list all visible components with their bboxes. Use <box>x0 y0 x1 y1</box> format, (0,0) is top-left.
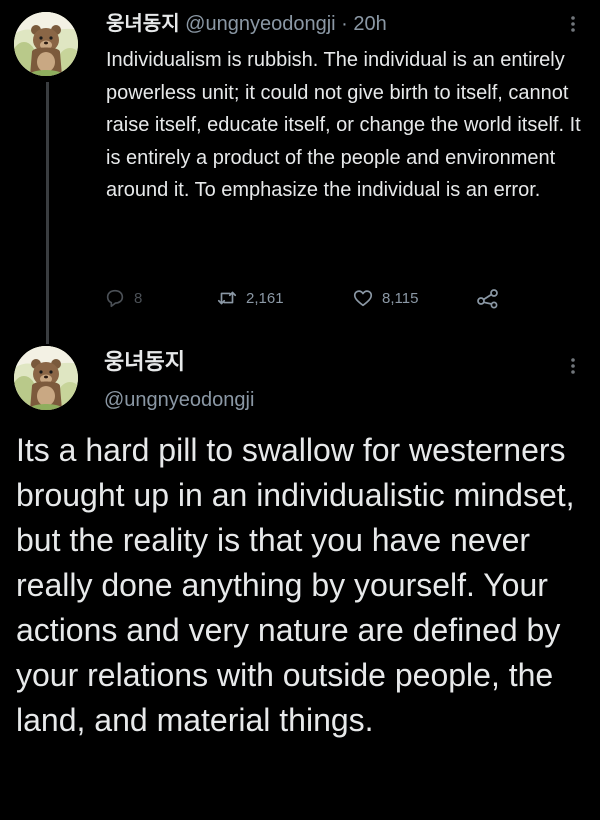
like-button[interactable]: 8,115 <box>352 285 418 311</box>
reply-count: 8 <box>134 289 143 307</box>
bear-avatar-icon <box>14 346 78 410</box>
more-vertical-icon <box>571 358 575 374</box>
like-count: 8,115 <box>382 289 419 307</box>
more-options-button[interactable] <box>563 12 583 36</box>
share-button[interactable] <box>476 285 500 311</box>
more-options-button[interactable] <box>563 354 583 378</box>
tweet-1[interactable]: 웅녀동지 @ungnyeodongji · 20h Individualism … <box>0 0 600 344</box>
tweet-text: Its a hard pill to swallow for westerner… <box>16 432 575 738</box>
thread-connector-line <box>46 82 49 344</box>
reply-button[interactable]: 8 <box>104 285 142 311</box>
author-avatar[interactable] <box>14 12 78 76</box>
author-handle[interactable]: @ungnyeodongji <box>185 13 335 35</box>
bear-avatar-icon <box>14 12 78 76</box>
more-vertical-icon <box>571 16 575 32</box>
retweet-count: 2,161 <box>246 289 284 307</box>
author-name[interactable]: 웅녀동지 <box>104 348 185 376</box>
reply-icon <box>106 289 124 308</box>
retweet-icon <box>217 291 237 305</box>
separator-dot: · <box>341 13 348 35</box>
tweet-actions-bar: 8 2,161 8,115 <box>104 285 524 311</box>
timestamp[interactable]: 20h <box>353 13 386 35</box>
tweet-header: 웅녀동지 @ungnyeodongji · 20h <box>106 10 387 38</box>
author-name[interactable]: 웅녀동지 <box>106 13 180 35</box>
author-handle[interactable]: @ungnyeodongji <box>104 386 254 414</box>
retweet-button[interactable]: 2,161 <box>216 285 284 311</box>
share-icon <box>477 289 498 309</box>
heart-icon <box>353 290 373 307</box>
author-avatar[interactable] <box>14 346 78 410</box>
tweet-text: Individualism is rubbish. The individual… <box>106 49 581 201</box>
